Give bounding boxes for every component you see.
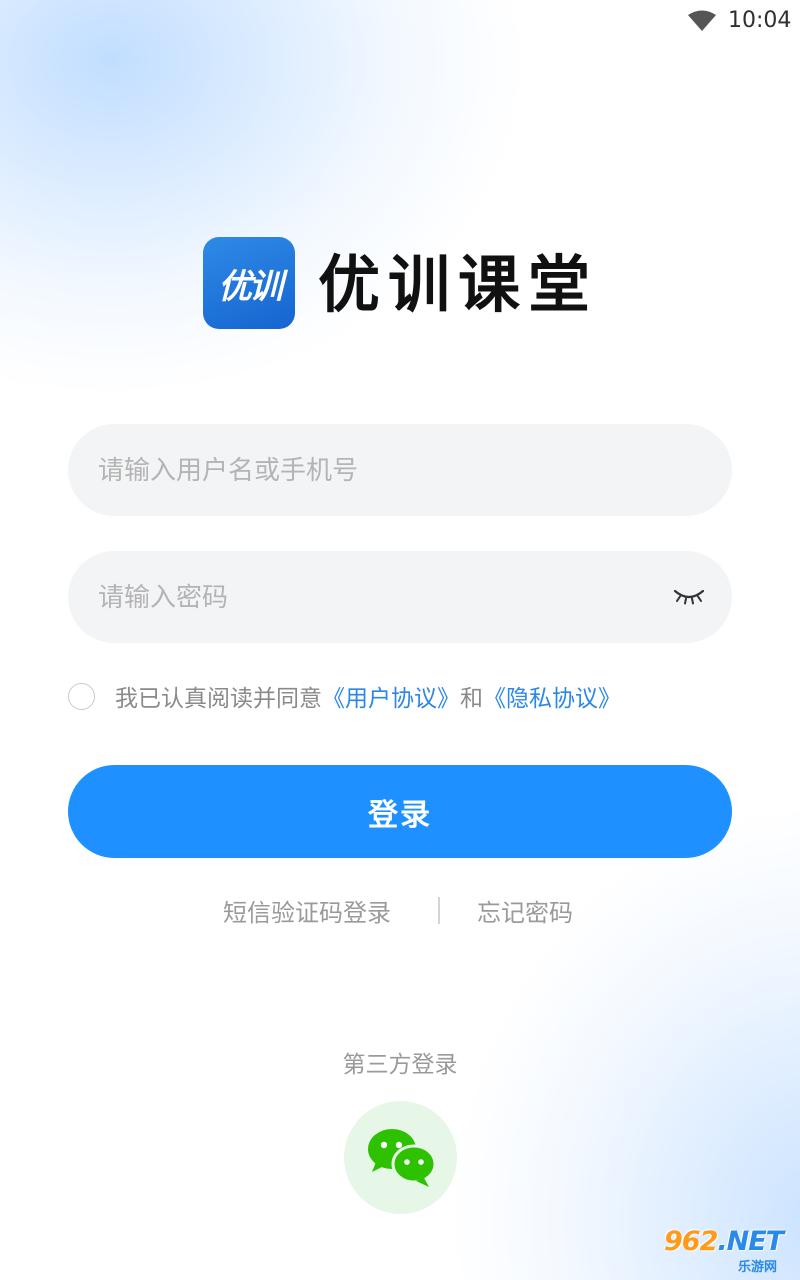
agreement-checkbox[interactable]: [68, 682, 95, 710]
watermark-brand: 962: [664, 1226, 718, 1257]
sms-login-link[interactable]: 短信验证码登录: [223, 893, 391, 928]
agreement-row: 我已认真阅读并同意 《用户协议》 和 《隐私协议》: [68, 676, 621, 716]
wechat-login-button[interactable]: [344, 1101, 457, 1214]
watermark-logo: 962.NET 乐游网: [660, 1226, 796, 1276]
username-input[interactable]: [96, 424, 660, 518]
user-agreement-link[interactable]: 《用户协议》: [322, 679, 460, 713]
forgot-password-link[interactable]: 忘记密码: [477, 893, 573, 928]
app-logo: 优训: [203, 237, 295, 329]
status-time: 10:04: [728, 8, 792, 33]
wifi-icon: [688, 10, 716, 31]
link-divider: [438, 897, 440, 924]
login-screen: 10:04 优训 优训课堂 我已认真阅读并同意 《用户协议》 和 《隐私协议》 …: [0, 0, 800, 1280]
username-field[interactable]: [68, 424, 732, 518]
watermark-subtitle: 乐游网: [738, 1260, 778, 1275]
app-name: 优训课堂: [318, 248, 599, 321]
password-input[interactable]: [96, 551, 660, 645]
third-party-title: 第三方登录: [342, 1052, 458, 1078]
agreement-text: 我已认真阅读并同意: [115, 686, 322, 712]
login-button[interactable]: 登录: [68, 765, 732, 858]
privacy-policy-link[interactable]: 《隐私协议》: [483, 679, 621, 713]
agreement-conjunction: 和: [460, 686, 483, 712]
wechat-icon: [368, 1129, 436, 1187]
watermark-suffix: .NET: [717, 1226, 784, 1257]
status-bar: 10:04: [0, 0, 800, 44]
eye-closed-icon[interactable]: [672, 585, 706, 607]
password-field[interactable]: [68, 551, 732, 645]
